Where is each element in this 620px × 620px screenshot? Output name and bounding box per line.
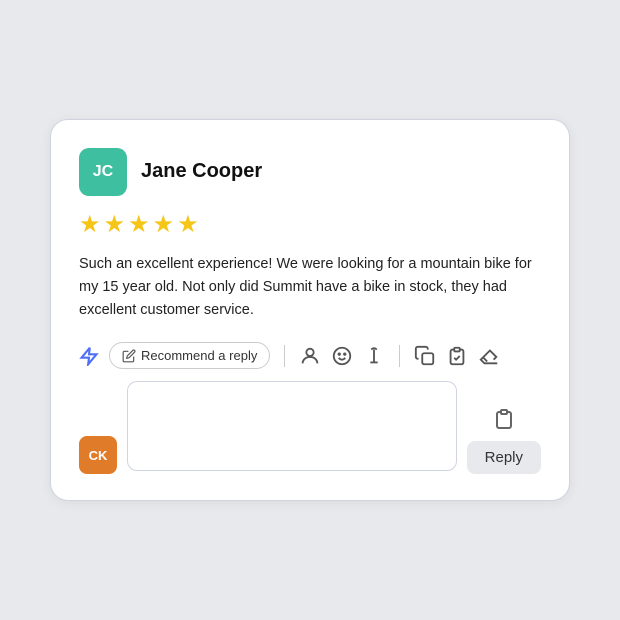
clipboard-check-icon[interactable]	[446, 345, 468, 367]
smiley-icon[interactable]	[331, 345, 353, 367]
recommend-reply-label: Recommend a reply	[141, 348, 257, 363]
star-1: ★	[79, 210, 101, 239]
user-avatar: JC	[79, 148, 127, 196]
clipboard-copy-icon[interactable]	[414, 345, 436, 367]
reply-user-avatar: CK	[79, 436, 117, 474]
divider-2	[399, 345, 400, 367]
emoji-icons	[299, 345, 385, 367]
divider-1	[284, 345, 285, 367]
user-row: JC Jane Cooper	[79, 148, 541, 196]
reply-input-wrapper	[127, 381, 457, 476]
reply-area: CK Reply	[79, 381, 541, 476]
reply-input[interactable]	[127, 381, 457, 471]
action-icons	[414, 345, 500, 367]
star-5: ★	[177, 210, 199, 239]
pencil-icon	[122, 349, 136, 363]
review-text: Such an excellent experience! We were lo…	[79, 253, 541, 323]
star-4: ★	[153, 210, 175, 239]
pen-icon[interactable]	[363, 345, 385, 367]
lightning-icon	[79, 346, 99, 366]
copy-icon[interactable]	[490, 405, 518, 433]
star-rating: ★ ★ ★ ★ ★	[79, 210, 541, 239]
star-2: ★	[104, 210, 126, 239]
user-name: Jane Cooper	[141, 160, 262, 183]
recommend-reply-button[interactable]: Recommend a reply	[109, 342, 270, 369]
reply-actions: Reply	[467, 405, 541, 476]
toolbar-row: Recommend a reply	[79, 342, 541, 369]
reply-button[interactable]: Reply	[467, 441, 541, 474]
person-icon[interactable]	[299, 345, 321, 367]
review-card: JC Jane Cooper ★ ★ ★ ★ ★ Such an excelle…	[50, 119, 570, 502]
lightning-button[interactable]	[79, 346, 99, 366]
eraser-icon[interactable]	[478, 345, 500, 367]
star-3: ★	[128, 210, 150, 239]
